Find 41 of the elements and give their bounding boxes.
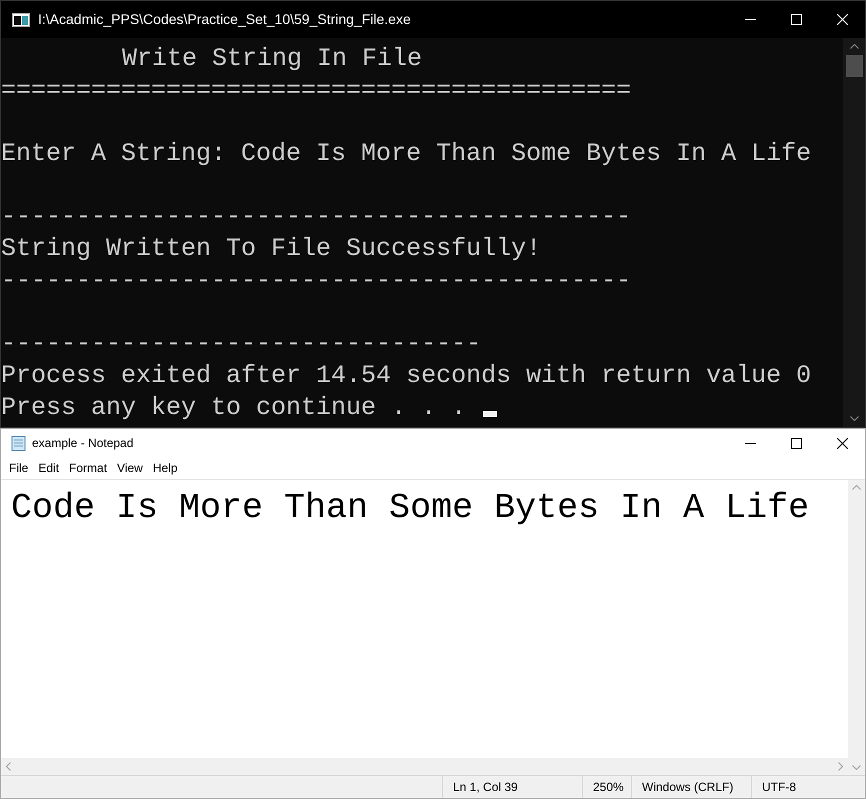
scroll-down-icon xyxy=(850,416,858,421)
scroll-left-icon xyxy=(6,762,11,771)
console-heading: Write String In File xyxy=(122,43,422,75)
menu-item[interactable]: Format xyxy=(64,459,112,477)
text-cursor xyxy=(483,411,498,418)
scroll-thumb[interactable] xyxy=(846,55,862,77)
console-line: Enter A String: Code Is More Than Some Bytes In A Life xyxy=(1,138,812,170)
minimize-icon xyxy=(744,19,756,20)
menu-item[interactable]: Edit xyxy=(33,459,64,477)
status-item: Windows (CRLF) xyxy=(631,776,751,798)
scroll-right-icon xyxy=(838,762,843,771)
minimize-icon xyxy=(744,442,756,444)
scroll-up-icon xyxy=(850,44,858,49)
console-line: Press any key to continue . . . xyxy=(1,392,466,424)
console-app-icon xyxy=(12,12,30,26)
window-title: I:\Acadmic_PPS\Codes\Practice_Set_10\59_String_File.exe xyxy=(38,10,412,29)
status-item: Ln 1, Col 39 xyxy=(442,776,582,798)
console-line: -------------------------------- xyxy=(1,328,482,360)
console-line: Process exited after 14.54 seconds with return value 0 xyxy=(1,360,812,392)
scroll-up-icon xyxy=(852,485,861,490)
menu-item[interactable]: File xyxy=(4,459,34,477)
status-item: 250% xyxy=(582,776,631,798)
notepad-icon xyxy=(11,435,26,451)
menu-item[interactable]: View xyxy=(112,459,148,477)
vertical-scrollbar[interactable] xyxy=(848,480,865,775)
menu-item[interactable]: Help xyxy=(148,459,183,477)
status-item: UTF-8 xyxy=(751,776,851,798)
vertical-scrollbar[interactable] xyxy=(843,38,865,427)
scroll-down-icon xyxy=(852,765,861,770)
console-line: String Written To File Successfully! xyxy=(1,233,542,265)
maximize-icon xyxy=(790,14,802,25)
text-editor[interactable]: Code Is More Than Some Bytes In A Life xyxy=(1,480,848,758)
document-text: Code Is More Than Some Bytes In A Life xyxy=(11,488,810,528)
window-title: example - Notepad xyxy=(32,435,134,452)
maximize-icon xyxy=(790,438,802,448)
horizontal-scrollbar[interactable] xyxy=(1,758,848,775)
close-icon xyxy=(836,14,848,25)
close-icon xyxy=(836,438,848,448)
console-line: ------------------------------------------ xyxy=(1,264,632,296)
console-line: ========================================== xyxy=(1,74,632,106)
console-line: ------------------------------------------ xyxy=(1,201,632,234)
